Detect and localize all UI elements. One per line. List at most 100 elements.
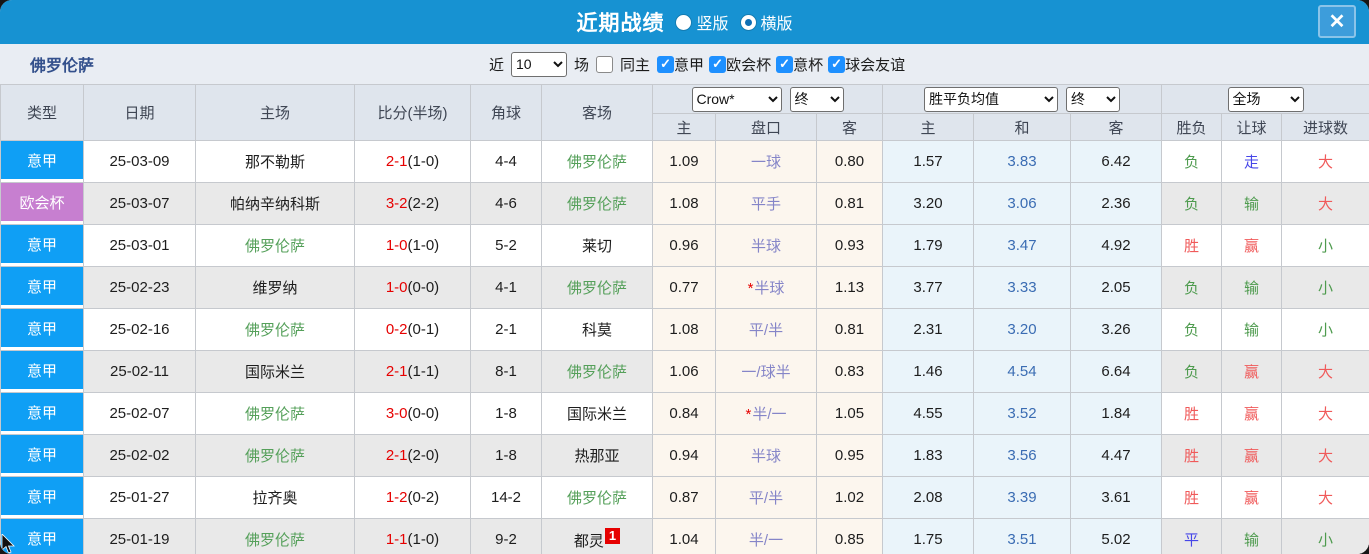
scope-select[interactable]: 全场 (1228, 87, 1304, 112)
odds-average-group-header: 胜平负均值 终 (883, 85, 1162, 114)
halftime-score: (0-0) (408, 405, 440, 422)
sub-header-avg-win: 主 (883, 114, 974, 141)
cell-handicap-home-odds: 0.84 (653, 393, 716, 435)
fulltime-score: 2-1 (386, 363, 408, 380)
cell-handicap-away-odds: 0.81 (817, 309, 883, 351)
bookmaker-time-select[interactable]: 终 (790, 87, 844, 112)
cell-home-team: 国际米兰 (196, 351, 355, 393)
cell-avg-win-odds: 3.20 (883, 183, 974, 225)
handicap-star-icon: * (748, 280, 754, 297)
dialog-title: 近期战绩 (576, 7, 664, 37)
cell-competition-type: 意甲 (1, 351, 84, 393)
close-button[interactable]: ✕ (1318, 5, 1356, 38)
cell-result-handicap: 赢 (1222, 351, 1282, 393)
away-team-name: 国际米兰 (567, 406, 627, 423)
result-outcome: 负 (1184, 154, 1199, 171)
bookmaker-select[interactable]: Crow* (692, 87, 782, 112)
cell-avg-lose-odds: 6.42 (1071, 141, 1162, 183)
cell-avg-lose-odds: 3.26 (1071, 309, 1162, 351)
competition-badge: 意甲 (1, 225, 83, 263)
competition-filter-conference-league[interactable]: 欧会杯 (709, 54, 771, 75)
cell-result-goals: 大 (1282, 393, 1369, 435)
checkbox-checked-icon[interactable] (657, 56, 674, 73)
cell-result-handicap: 输 (1222, 519, 1282, 554)
table-row: 意甲25-02-23维罗纳1-0(0-0)4-1佛罗伦萨0.77*半球1.133… (1, 267, 1369, 309)
cell-result-goals: 大 (1282, 477, 1369, 519)
matches-label: 场 (574, 54, 589, 75)
cell-score: 3-2(2-2) (355, 183, 471, 225)
radio-horizontal-icon[interactable] (741, 15, 756, 30)
away-team-name: 佛罗伦萨 (567, 490, 627, 507)
radio-vertical-icon[interactable] (676, 15, 691, 30)
competition-filter-serie-a[interactable]: 意甲 (657, 54, 704, 75)
result-outcome: 胜 (1184, 490, 1199, 507)
cell-avg-win-odds: 4.55 (883, 393, 974, 435)
avg-draw-value: 3.20 (1007, 321, 1036, 338)
home-team-name: 佛罗伦萨 (245, 322, 305, 339)
cell-handicap-line: 平/半 (716, 477, 817, 519)
checkbox-checked-icon[interactable] (709, 56, 726, 73)
home-team-name: 帕纳辛纳科斯 (230, 196, 320, 213)
fulltime-score: 1-0 (386, 237, 408, 254)
cell-avg-draw-odds: 3.52 (974, 393, 1071, 435)
odds-time-select[interactable]: 终 (1066, 87, 1120, 112)
cell-competition-type: 意甲 (1, 141, 84, 183)
cell-away-team: 科莫 (542, 309, 653, 351)
halftime-score: (1-0) (408, 531, 440, 548)
table-row: 意甲25-02-16佛罗伦萨0-2(0-1)2-1科莫1.08平/半0.812.… (1, 309, 1369, 351)
cell-competition-type: 欧会杯 (1, 183, 84, 225)
result-handicap: 赢 (1244, 448, 1259, 465)
cell-away-team: 莱切 (542, 225, 653, 267)
competition-filter-club-friendly[interactable]: 球会友谊 (828, 54, 905, 75)
table-row: 意甲25-03-09那不勒斯2-1(1-0)4-4佛罗伦萨1.09一球0.801… (1, 141, 1369, 183)
same-home-checkbox[interactable] (596, 56, 613, 73)
cell-corners: 4-6 (471, 183, 542, 225)
recent-label: 近 (489, 54, 504, 75)
layout-option-vertical[interactable]: 竖版 (676, 10, 728, 34)
competition-badge: 意甲 (1, 393, 83, 431)
away-team-badge: 1 (605, 528, 620, 544)
col-header-date: 日期 (84, 85, 196, 141)
cell-handicap-home-odds: 1.09 (653, 141, 716, 183)
result-outcome: 负 (1184, 322, 1199, 339)
cell-avg-lose-odds: 3.61 (1071, 477, 1162, 519)
cell-avg-draw-odds: 3.83 (974, 141, 1071, 183)
cell-corners: 5-2 (471, 225, 542, 267)
odds-average-select[interactable]: 胜平负均值 (924, 87, 1058, 112)
away-team-name: 佛罗伦萨 (567, 154, 627, 171)
cell-result-goals: 小 (1282, 519, 1369, 554)
handicap-text: 半/一 (752, 406, 786, 423)
table-row: 意甲25-01-27拉齐奥1-2(0-2)14-2佛罗伦萨0.87平/半1.02… (1, 477, 1369, 519)
handicap-text: 平手 (751, 196, 781, 213)
cell-corners: 4-4 (471, 141, 542, 183)
cell-competition-type: 意甲 (1, 267, 84, 309)
cell-handicap-home-odds: 1.04 (653, 519, 716, 554)
cell-handicap-away-odds: 1.13 (817, 267, 883, 309)
cell-avg-win-odds: 1.46 (883, 351, 974, 393)
cell-date: 25-01-19 (84, 519, 196, 554)
checkbox-checked-icon[interactable] (828, 56, 845, 73)
competition-filter-coppa-italia[interactable]: 意杯 (776, 54, 823, 75)
result-outcome: 负 (1184, 364, 1199, 381)
cell-home-team: 佛罗伦萨 (196, 435, 355, 477)
checkbox-checked-icon[interactable] (776, 56, 793, 73)
result-outcome: 平 (1184, 532, 1199, 549)
cell-handicap-away-odds: 0.80 (817, 141, 883, 183)
recent-count-select[interactable]: 10 (511, 52, 567, 77)
layout-option-horizontal[interactable]: 横版 (741, 10, 793, 34)
home-team-name: 佛罗伦萨 (245, 238, 305, 255)
col-header-score: 比分(半场) (355, 85, 471, 141)
cell-avg-lose-odds: 4.47 (1071, 435, 1162, 477)
fulltime-score: 3-2 (386, 195, 408, 212)
cell-corners: 1-8 (471, 435, 542, 477)
cell-result-goals: 小 (1282, 267, 1369, 309)
cell-score: 1-1(1-0) (355, 519, 471, 554)
competition-badge: 意甲 (1, 141, 83, 179)
cell-handicap-away-odds: 0.83 (817, 351, 883, 393)
cell-corners: 4-1 (471, 267, 542, 309)
col-header-away: 客场 (542, 85, 653, 141)
sub-header-handicap-home: 主 (653, 114, 716, 141)
cell-score: 3-0(0-0) (355, 393, 471, 435)
cell-avg-win-odds: 1.75 (883, 519, 974, 554)
cell-handicap-away-odds: 0.85 (817, 519, 883, 554)
